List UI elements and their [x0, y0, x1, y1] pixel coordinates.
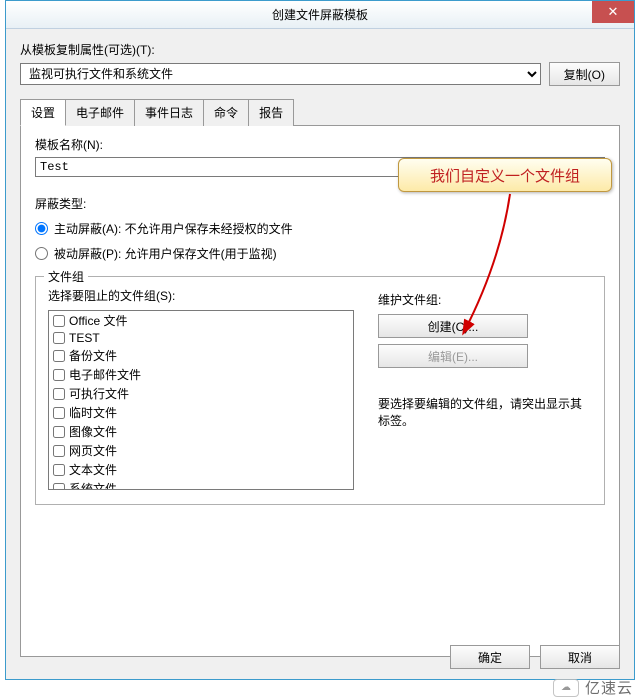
close-button[interactable]: ✕ [592, 1, 634, 23]
list-item[interactable]: 可执行文件 [49, 384, 353, 403]
tab-settings[interactable]: 设置 [20, 99, 66, 126]
dialog-buttons: 确定 取消 [450, 645, 620, 669]
file-group-label: 文本文件 [69, 461, 117, 478]
file-group-checkbox[interactable] [53, 332, 65, 344]
file-groups-fieldset: 文件组 选择要阻止的文件组(S): Office 文件TEST备份文件电子邮件文… [35, 276, 605, 505]
list-item[interactable]: 文本文件 [49, 460, 353, 479]
file-group-checkbox[interactable] [53, 407, 65, 419]
template-source-combo[interactable]: 监视可执行文件和系统文件 [20, 63, 541, 85]
file-group-label: 网页文件 [69, 442, 117, 459]
tabstrip: 设置 电子邮件 事件日志 命令 报告 [20, 98, 620, 125]
checklist-column: 选择要阻止的文件组(S): Office 文件 TEST 备份文件电子邮件文件可执行… [48, 287, 354, 490]
dialog-window: 创建文件屏蔽模板 ✕ 从模板复制属性(可选)(T): 监视可执行文件和系统文件 … [5, 0, 635, 680]
list-item[interactable]: 图像文件 [49, 422, 353, 441]
file-groups-row: 选择要阻止的文件组(S): Office 文件 TEST 备份文件电子邮件文件可执行… [48, 287, 592, 490]
radio-passive-shield[interactable] [35, 247, 48, 260]
file-group-label: 备份文件 [69, 347, 117, 364]
shield-type-label: 屏蔽类型: [35, 197, 86, 211]
copy-row: 监视可执行文件和系统文件 复制(O) [20, 62, 620, 86]
file-group-label: 图像文件 [69, 423, 117, 440]
list-item[interactable]: 电子邮件文件 [49, 365, 353, 384]
file-group-label: Office 文件 [69, 312, 127, 329]
list-item[interactable]: TEST [49, 330, 353, 346]
ok-button[interactable]: 确定 [450, 645, 530, 669]
radio-passive-shield-row[interactable]: 被动屏蔽(P): 允许用户保存文件(用于监视) [35, 245, 605, 262]
radio-active-label: 主动屏蔽(A): 不允许用户保存未经授权的文件 [54, 220, 293, 237]
maintain-label: 维护文件组: [378, 293, 441, 307]
file-group-label: 临时文件 [69, 404, 117, 421]
list-item[interactable]: 网页文件 [49, 441, 353, 460]
file-group-checkbox[interactable] [53, 483, 65, 491]
file-group-label: 可执行文件 [69, 385, 129, 402]
file-group-label: TEST [69, 331, 100, 345]
window-title: 创建文件屏蔽模板 [272, 6, 368, 23]
checklist-label: 选择要阻止的文件组(S): [48, 289, 175, 303]
file-group-checkbox[interactable] [53, 369, 65, 381]
file-group-checkbox[interactable] [53, 350, 65, 362]
radio-active-shield-row[interactable]: 主动屏蔽(A): 不允许用户保存未经授权的文件 [35, 220, 605, 237]
list-item[interactable]: 临时文件 [49, 403, 353, 422]
file-group-label: 电子邮件文件 [69, 366, 141, 383]
titlebar: 创建文件屏蔽模板 ✕ [6, 1, 634, 29]
file-group-checkbox[interactable] [53, 388, 65, 400]
watermark-logo-icon: ☁ [553, 679, 579, 697]
list-item[interactable]: 系统文件 [49, 479, 353, 490]
file-groups-legend: 文件组 [44, 268, 88, 285]
tab-command[interactable]: 命令 [203, 99, 249, 126]
template-name-label: 模板名称(N): [35, 136, 605, 153]
file-group-label: 系统文件 [69, 480, 117, 490]
file-group-checkbox[interactable] [53, 445, 65, 457]
maintain-hint: 要选择要编辑的文件组，请突出显示其标签。 [378, 396, 592, 430]
create-group-button[interactable]: 创建(C)... [378, 314, 528, 338]
edit-group-button: 编辑(E)... [378, 344, 528, 368]
content-area: 从模板复制属性(可选)(T): 监视可执行文件和系统文件 复制(O) 设置 电子… [6, 29, 634, 669]
close-icon: ✕ [608, 4, 619, 20]
tab-panel-settings: 模板名称(N): 屏蔽类型: 主动屏蔽(A): 不允许用户保存未经授权的文件 被… [20, 125, 620, 657]
maintain-column: 维护文件组: 创建(C)... 编辑(E)... 要选择要编辑的文件组，请突出显… [378, 287, 592, 490]
watermark-text: 亿速云 [585, 677, 633, 698]
list-item[interactable]: Office 文件 [49, 311, 353, 330]
copy-from-label: 从模板复制属性(可选)(T): [20, 41, 620, 58]
cancel-button[interactable]: 取消 [540, 645, 620, 669]
annotation-callout: 我们自定义一个文件组 [398, 158, 612, 192]
annotation-text: 我们自定义一个文件组 [430, 165, 580, 186]
tab-report[interactable]: 报告 [248, 99, 294, 126]
radio-passive-label: 被动屏蔽(P): 允许用户保存文件(用于监视) [54, 245, 277, 262]
list-item[interactable]: 备份文件 [49, 346, 353, 365]
file-group-checkbox[interactable] [53, 426, 65, 438]
radio-active-shield[interactable] [35, 222, 48, 235]
tab-eventlog[interactable]: 事件日志 [134, 99, 204, 126]
watermark: ☁ 亿速云 [553, 677, 633, 698]
tab-email[interactable]: 电子邮件 [65, 99, 135, 126]
file-group-checkbox[interactable] [53, 464, 65, 476]
file-groups-checklist[interactable]: Office 文件 TEST 备份文件电子邮件文件可执行文件临时文件图像文件网页文件… [48, 310, 354, 490]
copy-button[interactable]: 复制(O) [549, 62, 620, 86]
file-group-checkbox[interactable] [53, 315, 65, 327]
shield-type-section: 屏蔽类型: 主动屏蔽(A): 不允许用户保存未经授权的文件 被动屏蔽(P): 允… [35, 195, 605, 262]
